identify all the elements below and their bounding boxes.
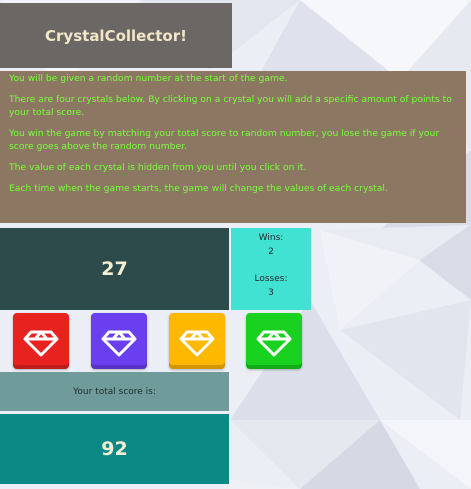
total-score-value: 92 (0, 414, 229, 484)
instruction-line: There are four crystals below. By clicki… (9, 94, 452, 118)
wins-label: Wins: (258, 233, 284, 243)
random-target-number: 27 (0, 228, 229, 310)
crystal-button-purple[interactable] (91, 313, 147, 369)
diamond-icon (179, 330, 215, 357)
game-title: CrystalCollector! (0, 3, 232, 68)
crystal-button-green[interactable] (246, 313, 302, 369)
instructions-panel: You will be given a random number at the… (0, 71, 466, 223)
crystal-button-yellow[interactable] (169, 313, 225, 369)
crystal-button-red[interactable] (13, 313, 69, 369)
wins-count: 2 (268, 247, 274, 257)
total-score-label: Your total score is: (0, 372, 229, 411)
losses-label: Losses: (254, 274, 288, 284)
instruction-line: You will be given a random number at the… (9, 73, 288, 84)
diamond-icon (23, 330, 59, 357)
instruction-line: You win the game by matching your total … (9, 128, 440, 152)
instruction-line: The value of each crystal is hidden from… (9, 162, 307, 173)
diamond-icon (256, 330, 292, 357)
losses-count: 3 (268, 288, 274, 298)
win-loss-record: Wins: 2 Losses: 3 (231, 228, 311, 310)
instruction-line: Each time when the game starts, the game… (9, 183, 388, 194)
diamond-icon (101, 330, 137, 357)
